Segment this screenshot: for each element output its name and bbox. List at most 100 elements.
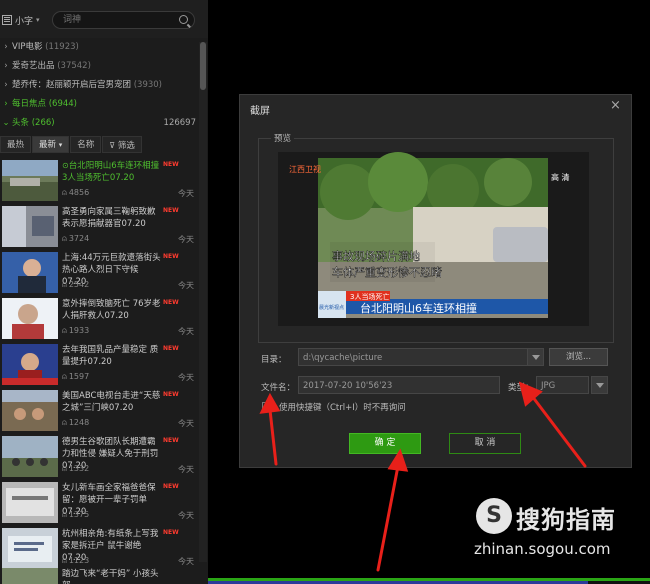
item-title-text: 台北阳明山6车连环相撞 3人当场死亡07.20 <box>62 161 160 183</box>
filter-button[interactable]: ⊽ 筛选 <box>102 136 142 153</box>
item-time: 今天 <box>178 327 194 336</box>
sogou-logo-icon: S <box>476 498 512 534</box>
preview-group: 预览 江西卫视 高 清 事故现场碎片满地 车体严重变形惨不忍睹 3人当场死亡 台… <box>258 132 614 343</box>
tab-hottest[interactable]: 最热 <box>0 136 32 153</box>
item-time: 今天 <box>178 511 194 520</box>
screenshot-dialog: 截屏 × 预览 江西卫视 高 清 事故现场碎片满地 车体严重变形惨不忍睹 3人当… <box>239 94 632 468</box>
new-badge: NEW <box>163 437 179 444</box>
shortcut-label: 使用快捷键（Ctrl+I）时不再询问 <box>279 403 406 413</box>
sidebar-topbar: 小字 ▾ <box>0 0 208 38</box>
sidebar: 小字 ▾ › VIP电影 (11923) › 爱奇艺出品 (37542) › 楚乔传：… <box>0 0 208 584</box>
sidebar-scrollbar[interactable] <box>199 42 207 562</box>
playing-icon: ⊙ <box>62 161 69 170</box>
menu-button[interactable]: 小字 ▾ <box>2 13 40 27</box>
item-title: 去年我国乳品产量稳定 质量提升07.20 <box>62 345 159 367</box>
cancel-button[interactable]: 取 消 <box>449 433 521 454</box>
new-badge: NEW <box>163 161 179 168</box>
item-time: 今天 <box>178 235 194 244</box>
view-count: 2542 <box>62 280 89 290</box>
preview-logo: 江西卫视 <box>289 164 321 174</box>
item-time: 今天 <box>178 465 194 474</box>
item-time: 今天 <box>178 419 194 428</box>
category-iqiyi-originals[interactable]: › 爱奇艺出品 (37542) <box>0 57 196 75</box>
category-count: (11923) <box>45 42 79 52</box>
list-item[interactable]: 踏边飞来“老干妈” 小孩头部 <box>0 566 196 584</box>
chevron-right-icon: › <box>4 99 8 109</box>
category-label: 头条 <box>12 118 30 128</box>
preview-frame: 江西卫视 高 清 事故现场碎片满地 车体严重变形惨不忍睹 3人当场死亡 台北阳明… <box>278 152 589 326</box>
list-item[interactable]: 意外摔倒致脑死亡 76岁老人捐肝救人07.20 NEW 1933 今天 <box>0 296 196 341</box>
category-count: (6944) <box>48 99 77 109</box>
confirm-button[interactable]: 确 定 <box>349 433 421 454</box>
item-time: 今天 <box>178 373 194 382</box>
preview-label: 预览 <box>271 132 295 144</box>
sort-tabs: 最热 最新 ▾ 名称 ⊽ 筛选 <box>0 136 196 154</box>
list-item[interactable]: 女儿新车画全家福爸爸保留：愿被开一辈子罚单07.20 NEW 1375 今天 <box>0 480 196 525</box>
video-thumbnail <box>2 206 58 247</box>
video-thumbnail <box>2 482 58 523</box>
item-title: ⊙台北阳明山6车连环相撞 3人当场死亡07.20 <box>62 160 162 184</box>
video-thumbnail <box>2 252 58 293</box>
video-thumbnail <box>2 298 58 339</box>
view-count: 1933 <box>62 326 89 336</box>
chevron-down-icon[interactable] <box>527 348 544 366</box>
filename-label: 文件名： <box>261 383 296 393</box>
filter-icon: ⊽ <box>109 141 116 150</box>
category-count: (266) <box>31 118 55 128</box>
category-total: 126697 <box>163 118 196 128</box>
category-label: 楚乔传：赵丽颖开启后宫男宠团 <box>12 80 132 90</box>
new-badge: NEW <box>163 391 179 398</box>
category-label: VIP电影 <box>12 42 43 52</box>
type-label: 类型： <box>508 383 534 393</box>
browse-button[interactable]: 浏览... <box>549 348 608 366</box>
tab-newest-label: 最新 <box>39 140 57 150</box>
category-count: (3930) <box>133 80 162 90</box>
list-item[interactable]: 美国ABC电视台走进“天慈之城”三门峡07.20 NEW 1248 今天 <box>0 388 196 433</box>
tab-newest[interactable]: 最新 ▾ <box>32 136 70 153</box>
chevron-right-icon: › <box>4 61 8 71</box>
category-chuqiao[interactable]: › 楚乔传：赵丽颖开启后宫男宠团 (3930) <box>0 76 196 94</box>
list-item[interactable]: 杭州相亲角:有纸条上写我家是拆迁户 鼠牛谢绝07.20 NEW 1123 今天 <box>0 526 196 571</box>
category-label: 每日焦点 <box>12 99 47 109</box>
new-badge: NEW <box>163 345 179 352</box>
item-title: 意外摔倒致脑死亡 76岁老人捐肝救人07.20 <box>62 299 161 321</box>
video-thumbnail <box>2 160 58 201</box>
close-icon[interactable]: × <box>610 99 621 113</box>
tab-name[interactable]: 名称 <box>70 136 102 153</box>
new-badge: NEW <box>163 207 179 214</box>
watermark-url: zhinan.sogou.com <box>474 540 611 558</box>
chevron-down-icon[interactable] <box>591 376 608 394</box>
item-title: 高圣勇向家属三鞠躬致歉 表示愿捐献器官07.20 <box>62 207 156 229</box>
view-count: 3724 <box>62 234 89 244</box>
directory-field[interactable]: d:\qycache\picture <box>298 348 528 366</box>
search-icon[interactable] <box>179 15 188 24</box>
preview-tag: 3人当场死亡 <box>350 292 389 301</box>
view-count: 1248 <box>62 418 89 428</box>
search-input[interactable] <box>53 12 163 28</box>
scrollbar-thumb[interactable] <box>200 42 206 90</box>
video-thumbnail <box>2 390 58 431</box>
preview-hd: 高 清 <box>551 172 570 182</box>
new-badge: NEW <box>163 299 179 306</box>
list-item[interactable]: 上海:44万元巨款遗落街头 热心路人烈日下守候07.20 NEW 2542 今天 <box>0 250 196 295</box>
chevron-right-icon: › <box>4 42 8 52</box>
view-count: 1597 <box>62 372 89 382</box>
video-thumbnail <box>2 344 58 385</box>
list-item[interactable]: 高圣勇向家属三鞠躬致歉 表示愿捐献器官07.20 NEW 3724 今天 <box>0 204 196 249</box>
type-select[interactable]: JPG <box>536 376 589 394</box>
category-daily-focus[interactable]: › 每日焦点 (6944) <box>0 95 196 113</box>
category-vip-movies[interactable]: › VIP电影 (11923) <box>0 38 196 56</box>
new-badge: NEW <box>163 483 179 490</box>
menu-label: 小字 <box>15 16 34 27</box>
chevron-down-icon: ▾ <box>36 16 40 24</box>
filename-field[interactable]: 2017-07-20 10'56'23 <box>298 376 500 394</box>
filter-label: 筛选 <box>117 141 135 151</box>
shortcut-checkbox[interactable] <box>262 402 272 412</box>
list-item[interactable]: 去年我国乳品产量稳定 质量提升07.20 NEW 1597 今天 <box>0 342 196 387</box>
list-item[interactable]: 德男生谷歌团队长期遭霸力和性侵 嫌疑人免于刑罚07.20 NEW 1332 今天 <box>0 434 196 479</box>
category-headlines[interactable]: ⌄ 头条 (266) 126697 <box>0 114 196 132</box>
list-item[interactable]: ⊙台北阳明山6车连环相撞 3人当场死亡07.20 NEW 4856 今天 <box>0 158 196 203</box>
playback-progress-bar[interactable] <box>208 578 650 584</box>
chevron-right-icon: › <box>4 80 8 90</box>
watermark: S 搜狗指南 zhinan.sogou.com <box>468 496 638 566</box>
